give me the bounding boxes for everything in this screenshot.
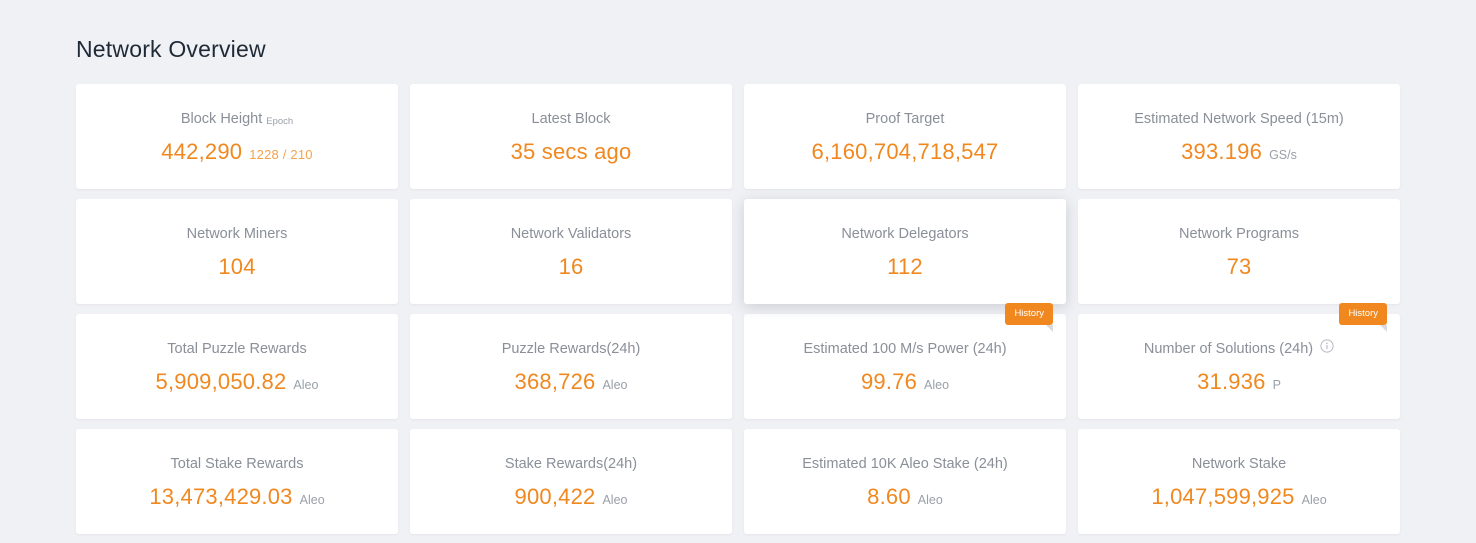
stat-card-value: 393.196 (1181, 139, 1262, 165)
stat-card-value: 31.936 (1197, 369, 1266, 395)
stat-card-label-text: Total Stake Rewards (171, 454, 304, 474)
stat-card-value-row: 104 (218, 254, 255, 280)
stat-card-label-text: Latest Block (532, 109, 611, 129)
stat-card-label-text: Block Height (181, 109, 262, 129)
stat-card-label: Network Stake (1192, 454, 1286, 474)
stat-card-label: Block HeightEpoch (181, 109, 293, 129)
stat-card-grid: Block HeightEpoch 442,290 1228 / 210 Latest… (76, 84, 1400, 534)
stat-card-network-miners[interactable]: Network Miners 104 (76, 199, 398, 304)
stat-card-network-stake[interactable]: Network Stake 1,047,599,925 Aleo (1078, 429, 1400, 534)
stat-card-value-row: 6,160,704,718,547 (812, 139, 999, 165)
stat-card-value-row: 393.196 GS/s (1181, 139, 1297, 165)
stat-card-unit: Aleo (300, 493, 325, 507)
stat-card-total-stake-rewards[interactable]: Total Stake Rewards 13,473,429.03 Aleo (76, 429, 398, 534)
stat-card-estimated-network-speed-15m[interactable]: Estimated Network Speed (15m) 393.196 GS/s (1078, 84, 1400, 189)
stat-card-label-text: Network Validators (511, 224, 632, 244)
stat-card-label-text: Estimated Network Speed (15m) (1134, 109, 1344, 129)
stat-card-network-validators[interactable]: Network Validators 16 (410, 199, 732, 304)
stat-card-value-row: 99.76 Aleo (861, 369, 949, 395)
stat-card-value: 5,909,050.82 (156, 369, 287, 395)
stat-card-label-text: Estimated 100 M/s Power (24h) (803, 339, 1006, 359)
stat-card-number-of-solutions-24h[interactable]: HistoryNumber of Solutions (24h)31.936P (1078, 314, 1400, 419)
stat-card-label: Network Delegators (841, 224, 968, 244)
network-overview-page: Network Overview Block HeightEpoch 442,29… (0, 0, 1476, 543)
stat-card-puzzle-rewards-24h[interactable]: Puzzle Rewards(24h) 368,726 Aleo (410, 314, 732, 419)
stat-card-value: 35 secs ago (511, 139, 632, 165)
stat-card-label: Latest Block (532, 109, 611, 129)
stat-card-unit: P (1273, 378, 1281, 392)
stat-card-value-row: 1,047,599,925 Aleo (1151, 484, 1326, 510)
stat-card-label: Number of Solutions (24h) (1144, 339, 1334, 359)
stat-card-label-text: Network Miners (187, 224, 288, 244)
stat-card-label: Estimated Network Speed (15m) (1134, 109, 1344, 129)
page-title: Network Overview (76, 0, 1400, 64)
stat-card-label-text: Puzzle Rewards(24h) (502, 339, 641, 359)
stat-card-unit: GS/s (1269, 148, 1297, 162)
stat-card-value: 1,047,599,925 (1151, 484, 1294, 510)
stat-card-proof-target[interactable]: Proof Target 6,160,704,718,547 (744, 84, 1066, 189)
stat-card-label-text: Estimated 10K Aleo Stake (24h) (802, 454, 1008, 474)
stat-card-label: Network Miners (187, 224, 288, 244)
stat-card-value: 104 (218, 254, 255, 280)
info-circle-icon[interactable] (1320, 339, 1334, 353)
stat-card-estimated-100-m-s-power-24h[interactable]: HistoryEstimated 100 M/s Power (24h)99.7… (744, 314, 1066, 419)
stat-card-unit: Aleo (924, 378, 949, 392)
stat-card-value-row: 16 (559, 254, 584, 280)
stat-card-value-row: 112 (887, 254, 923, 280)
stat-card-value-row: 13,473,429.03 Aleo (149, 484, 324, 510)
stat-card-unit: Aleo (1302, 493, 1327, 507)
stat-card-unit: Aleo (602, 493, 627, 507)
stat-card-value: 99.76 (861, 369, 917, 395)
stat-card-label: Estimated 10K Aleo Stake (24h) (802, 454, 1008, 474)
stat-card-network-delegators[interactable]: Network Delegators 112 (744, 199, 1066, 304)
stat-card-label: Proof Target (866, 109, 945, 129)
stat-card-unit: Aleo (293, 378, 318, 392)
stat-card-extra: 1228 / 210 (249, 147, 312, 162)
stat-card-label-text: Network Delegators (841, 224, 968, 244)
stat-card-label: Network Programs (1179, 224, 1299, 244)
stat-card-unit: Aleo (602, 378, 627, 392)
stat-card-value-row: 900,422 Aleo (515, 484, 628, 510)
stat-card-value: 73 (1227, 254, 1252, 280)
stat-card-label-text: Total Puzzle Rewards (167, 339, 306, 359)
stat-card-unit: Aleo (918, 493, 943, 507)
stat-card-value: 16 (559, 254, 584, 280)
stat-card-block-height[interactable]: Block HeightEpoch 442,290 1228 / 210 (76, 84, 398, 189)
stat-card-value-row: 368,726 Aleo (515, 369, 628, 395)
stat-card-value: 368,726 (515, 369, 596, 395)
stat-card-estimated-10k-aleo-stake-24h[interactable]: Estimated 10K Aleo Stake (24h) 8.60 Aleo (744, 429, 1066, 534)
stat-card-network-programs[interactable]: Network Programs 73 (1078, 199, 1400, 304)
stat-card-value-row: 442,290 1228 / 210 (161, 139, 312, 165)
stat-card-value: 442,290 (161, 139, 242, 165)
history-badge[interactable]: History (1005, 303, 1053, 325)
stat-card-label: Stake Rewards(24h) (505, 454, 637, 474)
stat-card-label-text: Network Programs (1179, 224, 1299, 244)
history-badge[interactable]: History (1339, 303, 1387, 325)
stat-card-label: Network Validators (511, 224, 632, 244)
stat-card-stake-rewards-24h[interactable]: Stake Rewards(24h) 900,422 Aleo (410, 429, 732, 534)
stat-card-latest-block[interactable]: Latest Block 35 secs ago (410, 84, 732, 189)
stat-card-sub-label: Epoch (266, 112, 293, 132)
stat-card-value-row: 5,909,050.82 Aleo (156, 369, 319, 395)
stat-card-value-row: 73 (1227, 254, 1252, 280)
stat-card-total-puzzle-rewards[interactable]: Total Puzzle Rewards 5,909,050.82 Aleo (76, 314, 398, 419)
stat-card-value-row: 35 secs ago (511, 139, 632, 165)
stat-card-label-text: Proof Target (866, 109, 945, 129)
stat-card-label: Estimated 100 M/s Power (24h) (803, 339, 1006, 359)
stat-card-value: 6,160,704,718,547 (812, 139, 999, 165)
stat-card-value: 900,422 (515, 484, 596, 510)
stat-card-label: Total Puzzle Rewards (167, 339, 306, 359)
stat-card-value: 13,473,429.03 (149, 484, 292, 510)
stat-card-value-row: 31.936 P (1197, 369, 1281, 395)
stat-card-value: 8.60 (867, 484, 911, 510)
stat-card-label: Puzzle Rewards(24h) (502, 339, 641, 359)
stat-card-label-text: Number of Solutions (24h) (1144, 339, 1313, 359)
stat-card-value-row: 8.60 Aleo (867, 484, 943, 510)
stat-card-value: 112 (887, 254, 923, 280)
stat-card-label-text: Stake Rewards(24h) (505, 454, 637, 474)
stat-card-label: Total Stake Rewards (171, 454, 304, 474)
stat-card-label-text: Network Stake (1192, 454, 1286, 474)
